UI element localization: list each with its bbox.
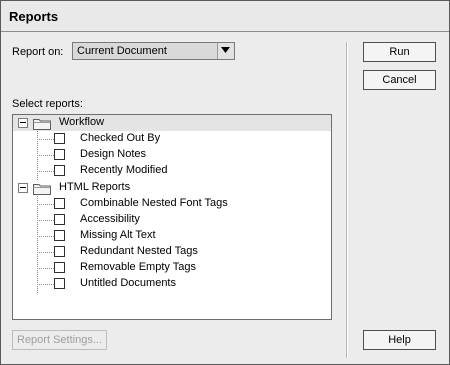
minus-box-icon[interactable] (18, 183, 28, 193)
checkbox-icon[interactable] (54, 214, 65, 225)
tree-item[interactable]: Removable Empty Tags (13, 260, 331, 276)
checkbox-icon[interactable] (54, 198, 65, 209)
reports-tree[interactable]: Workflow Checked Out By Design Notes Rec… (12, 114, 332, 320)
tree-item-label: Untitled Documents (80, 277, 176, 289)
help-button[interactable]: Help (363, 330, 436, 350)
tree-item[interactable]: Missing Alt Text (13, 228, 331, 244)
tree-item-label: Accessibility (80, 213, 140, 225)
checkbox-icon[interactable] (54, 230, 65, 241)
tree-item-label: Missing Alt Text (80, 229, 156, 241)
dialog-title: Reports (9, 9, 59, 24)
tree-item-label: Removable Empty Tags (80, 261, 196, 273)
minus-box-icon[interactable] (18, 118, 28, 128)
select-reports-label: Select reports: (12, 98, 83, 110)
checkbox-icon[interactable] (54, 262, 65, 273)
tree-item-label: Redundant Nested Tags (80, 245, 198, 257)
checkbox-icon[interactable] (54, 165, 65, 176)
tree-item[interactable]: Redundant Nested Tags (13, 244, 331, 260)
checkbox-icon[interactable] (54, 246, 65, 257)
report-on-value: Current Document (77, 45, 167, 57)
checkbox-icon[interactable] (54, 149, 65, 160)
tree-item[interactable]: Design Notes (13, 147, 331, 163)
tree-item-label: Combinable Nested Font Tags (80, 197, 228, 209)
tree-item[interactable]: Untitled Documents (13, 276, 331, 292)
cancel-button[interactable]: Cancel (363, 70, 436, 90)
tree-item-label: Recently Modified (80, 164, 168, 176)
tree-item[interactable]: Recently Modified (13, 163, 331, 179)
reports-dialog: Reports Report on: Current Document Sele… (0, 0, 450, 365)
report-on-label: Report on: (12, 46, 64, 58)
vertical-separator (346, 42, 348, 358)
tree-group-workflow[interactable]: Workflow (13, 115, 331, 131)
tree-item[interactable]: Combinable Nested Font Tags (13, 196, 331, 212)
dialog-body: Report on: Current Document Select repor… (1, 32, 449, 364)
tree-group-html-reports[interactable]: HTML Reports (13, 180, 331, 196)
checkbox-icon[interactable] (54, 133, 65, 144)
tree-item-label: Design Notes (80, 148, 147, 160)
tree-item[interactable]: Accessibility (13, 212, 331, 228)
tree-item-label: Checked Out By (80, 132, 161, 144)
checkbox-icon[interactable] (54, 278, 65, 289)
tree-item[interactable]: Checked Out By (13, 131, 331, 147)
report-settings-button[interactable]: Report Settings... (12, 330, 107, 350)
chevron-down-icon[interactable] (217, 43, 234, 59)
run-button[interactable]: Run (363, 42, 436, 62)
report-on-select[interactable]: Current Document (72, 42, 235, 60)
title-bar: Reports (1, 1, 449, 31)
tree-group-label: Workflow (59, 116, 105, 128)
tree-group-label: HTML Reports (59, 181, 131, 193)
